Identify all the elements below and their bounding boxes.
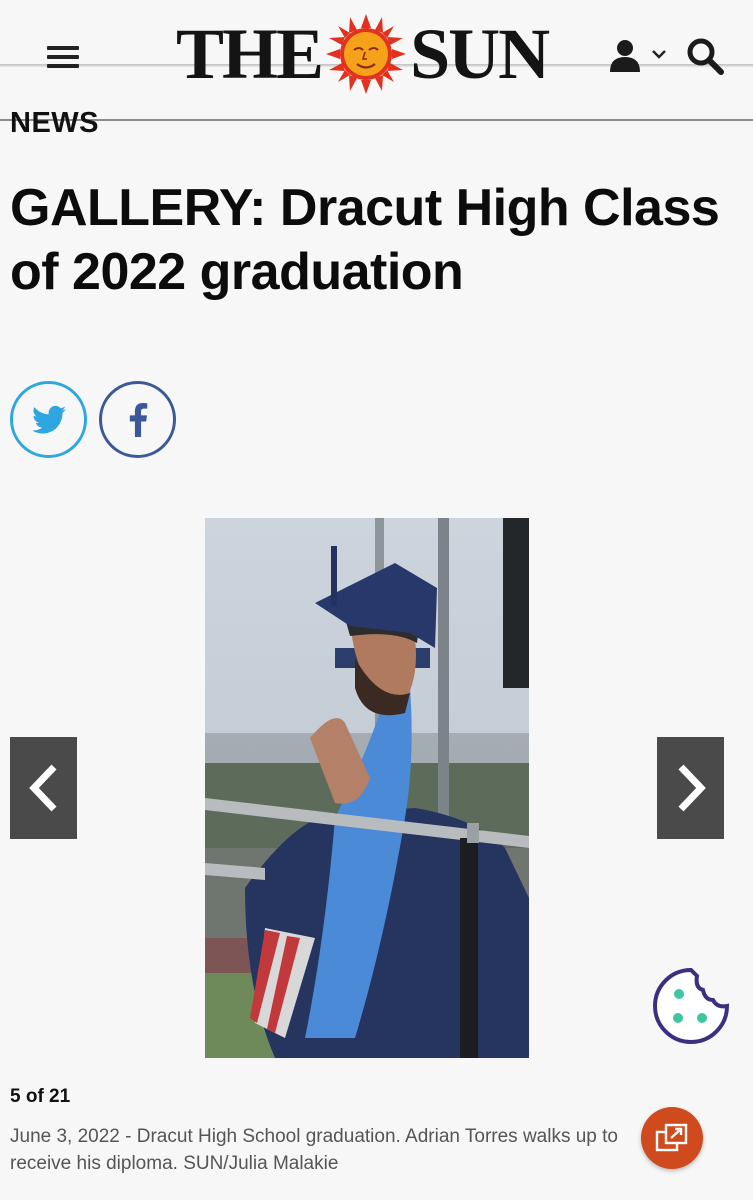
logo-text-the: THE <box>176 14 324 94</box>
twitter-bird-icon <box>31 405 66 433</box>
search-icon[interactable] <box>685 36 725 76</box>
logo-text-sun: SUN <box>410 14 550 94</box>
chevron-left-icon <box>28 764 57 812</box>
chevron-down-icon[interactable] <box>651 48 667 60</box>
twitter-share-button[interactable] <box>10 381 87 458</box>
sun-logo-icon <box>326 14 407 94</box>
gallery-photo[interactable] <box>205 518 529 1058</box>
facebook-f-icon <box>129 402 147 437</box>
graduate-photo-illustration <box>205 518 529 1058</box>
previous-photo-button[interactable] <box>10 737 77 839</box>
facebook-share-button[interactable] <box>99 381 176 458</box>
article-title: GALLERY: Dracut High Class of 2022 gradu… <box>10 179 720 301</box>
site-logo[interactable]: THE SUN <box>176 14 550 94</box>
chevron-right-icon <box>677 764 706 812</box>
cookie-settings-icon[interactable] <box>651 966 731 1046</box>
photo-caption: June 3, 2022 - Dracut High School gradua… <box>10 1126 618 1174</box>
hamburger-menu-icon[interactable] <box>47 44 79 70</box>
section-label-news[interactable]: NEWS <box>10 106 99 140</box>
gallery-counter: 5 of 21 <box>10 1086 71 1107</box>
open-external-icon <box>655 1123 688 1152</box>
user-icon[interactable] <box>608 38 642 74</box>
site-header: THE SUN <box>0 0 753 112</box>
expand-gallery-button[interactable] <box>641 1107 703 1169</box>
section-divider <box>0 119 753 121</box>
next-photo-button[interactable] <box>657 737 724 839</box>
